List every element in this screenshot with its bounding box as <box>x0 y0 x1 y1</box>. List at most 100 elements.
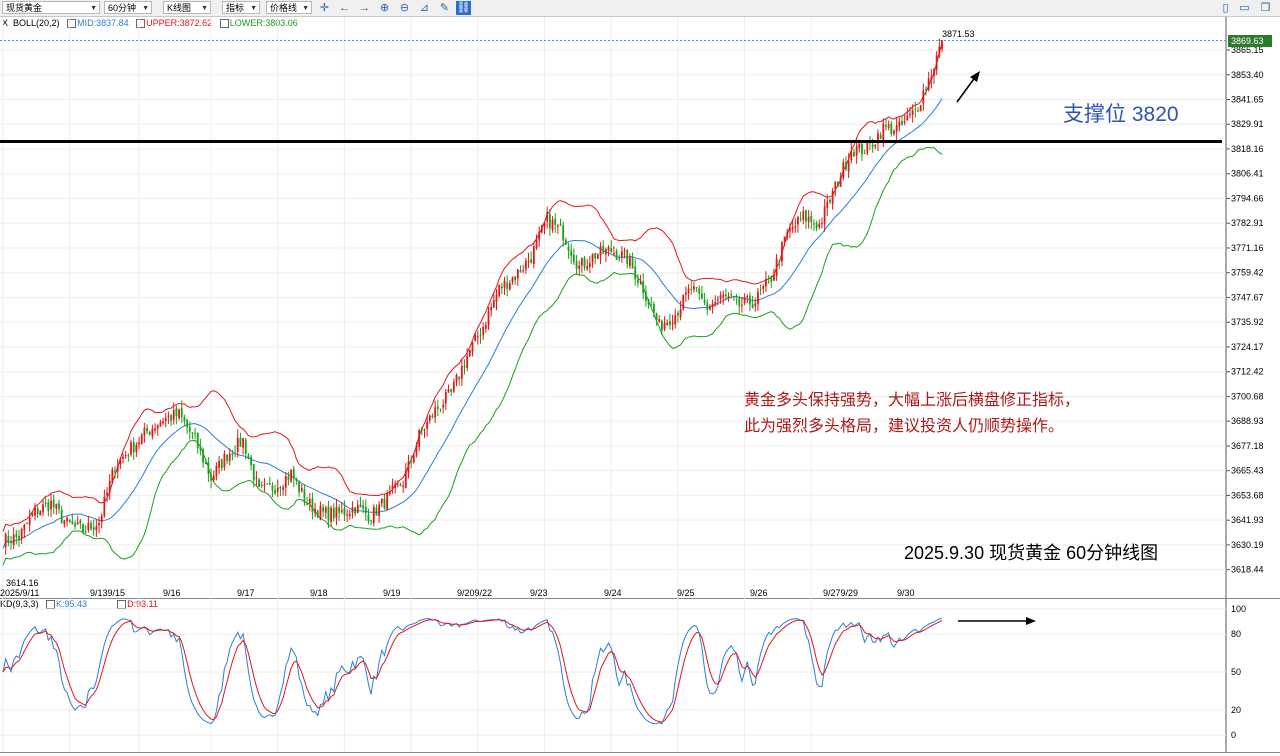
candle-body[interactable] <box>140 434 143 444</box>
candle-body[interactable] <box>420 428 423 431</box>
candle-body[interactable] <box>90 522 92 529</box>
candle-body[interactable] <box>159 422 162 427</box>
candle-body[interactable] <box>733 296 735 298</box>
candle-body[interactable] <box>172 410 175 420</box>
candle-body[interactable] <box>650 304 653 306</box>
candle-body[interactable] <box>695 287 698 289</box>
candle-body[interactable] <box>332 508 335 519</box>
candle-body[interactable] <box>527 260 530 262</box>
candle-body[interactable] <box>815 222 818 229</box>
candle-body[interactable] <box>218 460 220 468</box>
candle-body[interactable] <box>612 253 615 255</box>
candle-body[interactable] <box>567 246 570 251</box>
candle-body[interactable] <box>444 392 447 404</box>
candle-body[interactable] <box>452 381 455 392</box>
candle-body[interactable] <box>556 225 559 227</box>
candle-body[interactable] <box>10 541 12 544</box>
candle-body[interactable] <box>423 429 426 431</box>
candle-body[interactable] <box>135 444 138 452</box>
candle-body[interactable] <box>778 260 781 262</box>
candle-body[interactable] <box>316 510 319 518</box>
candle-body[interactable] <box>26 522 28 524</box>
candle-body[interactable] <box>447 389 450 393</box>
candle-body[interactable] <box>282 487 284 490</box>
candle-body[interactable] <box>12 534 15 545</box>
candle-body[interactable] <box>4 534 7 548</box>
candle-body[interactable] <box>63 520 66 525</box>
candle-body[interactable] <box>431 415 434 418</box>
candle-body[interactable] <box>511 277 514 283</box>
candle-body[interactable] <box>34 506 36 516</box>
candle-body[interactable] <box>175 408 178 417</box>
candle-body[interactable] <box>482 327 485 335</box>
candle-body[interactable] <box>119 458 122 465</box>
candle-body[interactable] <box>290 470 293 482</box>
candle-body[interactable] <box>524 260 527 270</box>
candle-body[interactable] <box>458 376 461 380</box>
candle-body[interactable] <box>639 281 642 283</box>
candle-body[interactable] <box>570 250 573 257</box>
candle-body[interactable] <box>895 125 898 132</box>
candle-body[interactable] <box>562 225 565 241</box>
candle-body[interactable] <box>743 297 746 304</box>
candle-body[interactable] <box>807 216 810 222</box>
candle-body[interactable] <box>887 124 890 128</box>
candle-body[interactable] <box>23 524 26 531</box>
candle-body[interactable] <box>847 161 850 172</box>
candle-body[interactable] <box>500 286 503 289</box>
candle-body[interactable] <box>594 252 597 259</box>
candle-body[interactable] <box>226 454 228 461</box>
candle-body[interactable] <box>450 388 453 392</box>
candle-body[interactable] <box>922 90 925 104</box>
candle-body[interactable] <box>354 507 357 515</box>
candle-body[interactable] <box>287 476 290 480</box>
candle-body[interactable] <box>738 297 741 307</box>
candle-body[interactable] <box>551 219 554 230</box>
candle-body[interactable] <box>669 320 671 326</box>
candle-body[interactable] <box>642 281 645 294</box>
candle-body[interactable] <box>492 300 495 308</box>
candle-body[interactable] <box>255 477 258 479</box>
candle-body[interactable] <box>628 257 631 266</box>
candle-body[interactable] <box>591 254 594 263</box>
candle-body[interactable] <box>303 489 306 503</box>
candle-body[interactable] <box>618 258 621 260</box>
candle-body[interactable] <box>634 266 637 280</box>
candle-body[interactable] <box>100 515 103 523</box>
candle-body[interactable] <box>503 280 506 288</box>
candle-body[interactable] <box>151 428 154 437</box>
candle-body[interactable] <box>300 487 303 491</box>
candle-body[interactable] <box>858 143 861 148</box>
candle-body[interactable] <box>519 270 522 273</box>
candle-body[interactable] <box>874 144 877 147</box>
candle-body[interactable] <box>861 143 863 155</box>
candle-body[interactable] <box>106 492 108 496</box>
candle-body[interactable] <box>834 181 837 190</box>
candle-body[interactable] <box>596 254 599 259</box>
candle-body[interactable] <box>663 323 666 330</box>
candle-body[interactable] <box>564 239 567 245</box>
candle-body[interactable] <box>362 505 365 509</box>
candle-body[interactable] <box>935 55 938 70</box>
candle-body[interactable] <box>434 407 437 418</box>
candle-body[interactable] <box>607 247 610 251</box>
candle-body[interactable] <box>588 263 591 267</box>
candle-body[interactable] <box>212 475 215 481</box>
candle-body[interactable] <box>370 520 373 522</box>
candle-body[interactable] <box>82 523 84 533</box>
candle-body[interactable] <box>703 299 706 304</box>
candle-body[interactable] <box>765 278 767 287</box>
candle-body[interactable] <box>636 279 639 283</box>
candle-body[interactable] <box>479 334 482 336</box>
candle-body[interactable] <box>741 304 743 306</box>
candle-body[interactable] <box>130 442 132 455</box>
candle-body[interactable] <box>701 293 703 299</box>
candle-body[interactable] <box>399 484 402 487</box>
candle-body[interactable] <box>386 493 389 511</box>
candle-body[interactable] <box>813 223 815 225</box>
candle-body[interactable] <box>554 218 557 225</box>
candle-body[interactable] <box>626 249 629 264</box>
candle-body[interactable] <box>938 46 941 57</box>
candle-body[interactable] <box>687 288 690 294</box>
candle-body[interactable] <box>156 425 159 429</box>
